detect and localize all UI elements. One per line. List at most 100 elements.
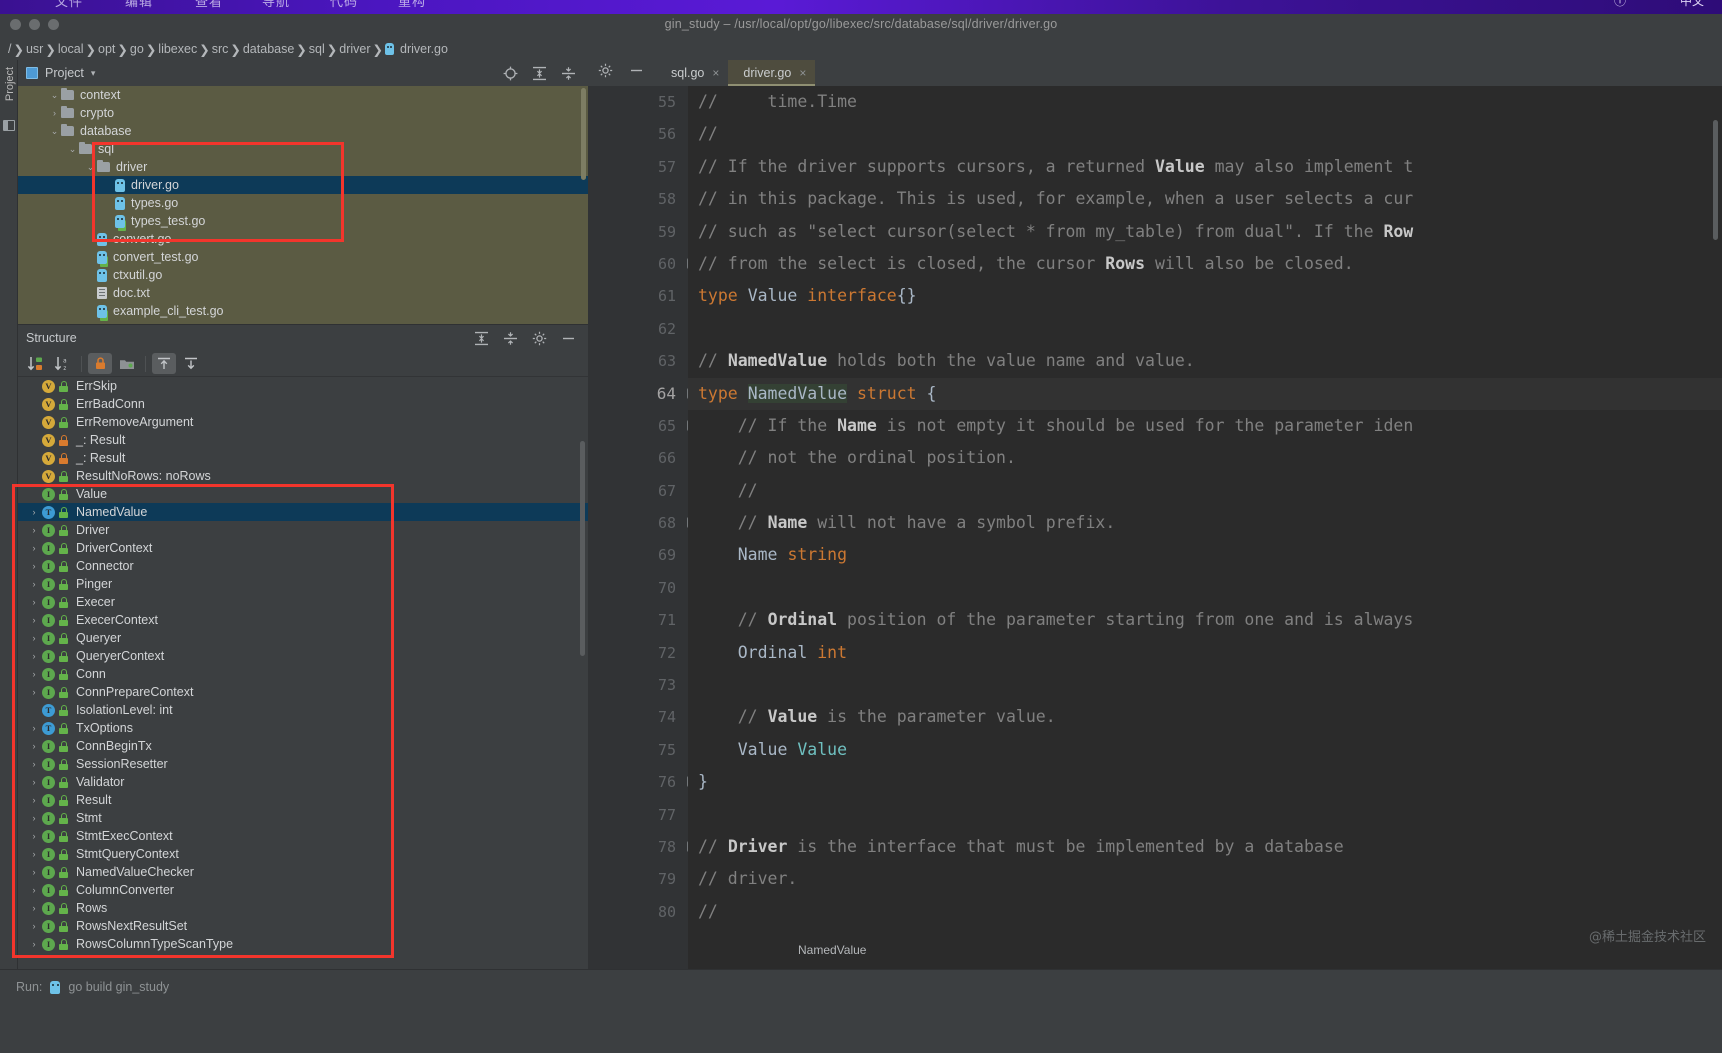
structure-list-item[interactable]: V ErrSkip — [18, 377, 588, 395]
code-line[interactable]: Value Value — [688, 734, 1722, 766]
line-number[interactable]: 73 — [588, 669, 688, 701]
structure-list-item[interactable]: › I StmtQueryContext — [18, 845, 588, 863]
project-tree-row[interactable]: › crypto — [18, 104, 588, 122]
expand-all-button[interactable] — [152, 353, 176, 374]
settings-gear-icon[interactable] — [598, 63, 613, 83]
line-number[interactable]: 60 — [588, 248, 698, 280]
breadcrumb-root[interactable]: / — [6, 42, 13, 56]
line-number[interactable]: 56 — [588, 118, 688, 150]
code-line[interactable]: // time.Time — [688, 86, 1722, 118]
chevron-right-icon[interactable]: › — [26, 651, 42, 661]
structure-list-item[interactable]: V ErrBadConn — [18, 395, 588, 413]
structure-list-item[interactable]: › I Execer — [18, 593, 588, 611]
code-line[interactable]: Ordinal int — [688, 637, 1722, 669]
breadcrumb-item-src[interactable]: src — [210, 42, 231, 56]
hide-panel-icon[interactable] — [561, 331, 576, 346]
group-by-folder-button[interactable] — [115, 353, 139, 374]
line-number[interactable]: 79 — [588, 863, 688, 895]
chevron-right-icon[interactable]: › — [26, 831, 42, 841]
breadcrumb-item-libexec[interactable]: libexec — [156, 42, 199, 56]
line-number[interactable]: 59 — [588, 216, 688, 248]
os-menu-item[interactable]: 查看 — [195, 0, 223, 10]
breadcrumb-item-database[interactable]: database — [241, 42, 296, 56]
structure-list-item[interactable]: › I Driver — [18, 521, 588, 539]
chevron-right-icon[interactable]: › — [26, 759, 42, 769]
structure-list-item[interactable]: V ResultNoRows: noRows — [18, 467, 588, 485]
line-number[interactable]: 68 — [588, 507, 698, 539]
structure-list-item[interactable]: › I NamedValueChecker — [18, 863, 588, 881]
chevron-icon[interactable]: ⌄ — [66, 144, 79, 155]
project-tree-row[interactable]: example_cli_test.go — [18, 302, 588, 320]
collapse-all-icon[interactable] — [503, 331, 518, 346]
structure-list-item[interactable]: › I Result — [18, 791, 588, 809]
code-content[interactable]: // time.Time//// If the driver supports … — [688, 86, 1722, 969]
chevron-right-icon[interactable]: › — [26, 687, 42, 697]
locate-file-icon[interactable] — [503, 66, 518, 81]
chevron-right-icon[interactable]: › — [26, 867, 42, 877]
code-line[interactable]: // not the ordinal position. — [688, 442, 1722, 474]
sort-by-visibility-button[interactable] — [24, 353, 48, 374]
code-line[interactable]: // — [688, 118, 1722, 150]
structure-list-item[interactable]: › I ConnBeginTx — [18, 737, 588, 755]
line-number[interactable]: 62 — [588, 313, 688, 345]
chevron-right-icon[interactable]: › — [26, 777, 42, 787]
os-menu-item[interactable]: 代码 — [330, 0, 358, 10]
close-icon[interactable]: × — [712, 66, 719, 80]
os-input-method[interactable]: 中文 — [1680, 0, 1704, 9]
line-number[interactable]: 66 — [588, 442, 688, 474]
chevron-down-icon[interactable]: ▾ — [91, 68, 96, 79]
line-number[interactable]: 67 — [588, 475, 688, 507]
chevron-right-icon[interactable]: › — [26, 903, 42, 913]
code-line[interactable] — [688, 313, 1722, 345]
breadcrumb-item-file[interactable]: driver.go — [383, 42, 450, 56]
line-number[interactable]: 64 — [588, 378, 698, 410]
line-number[interactable]: 63 — [588, 345, 688, 377]
code-line[interactable]: type NamedValue struct { — [688, 377, 1722, 410]
structure-list-item[interactable]: › T NamedValue — [18, 503, 588, 521]
structure-list-item[interactable]: T IsolationLevel: int — [18, 701, 588, 719]
line-number[interactable]: 61 — [588, 280, 688, 312]
chevron-right-icon[interactable]: › — [26, 615, 42, 625]
chevron-right-icon[interactable]: › — [26, 921, 42, 931]
structure-list-item[interactable]: › I Conn — [18, 665, 588, 683]
run-tool-window-button[interactable]: Run: go build gin_study — [16, 980, 169, 994]
chevron-right-icon[interactable]: › — [26, 741, 42, 751]
line-number[interactable]: 74 — [588, 701, 688, 733]
collapse-all-icon[interactable] — [561, 66, 576, 81]
breadcrumb-item-sql[interactable]: sql — [307, 42, 327, 56]
line-number[interactable]: 78 — [588, 831, 698, 863]
chevron-right-icon[interactable]: › — [26, 813, 42, 823]
code-line[interactable]: // If the driver supports cursors, a ret… — [688, 151, 1722, 183]
breadcrumb-item-local[interactable]: local — [56, 42, 86, 56]
structure-list-item[interactable]: › T TxOptions — [18, 719, 588, 737]
editor-tab-driver-go[interactable]: driver.go × — [728, 60, 816, 86]
editor-gutter[interactable]: 55 56 57 58 59 60 61 62 63 64 65 66 67 68 69 70 71 72 73 74… — [588, 86, 698, 969]
chevron-icon[interactable]: ⌄ — [48, 126, 61, 137]
project-tree-row[interactable]: ⌄ context — [18, 86, 588, 104]
chevron-right-icon[interactable]: › — [26, 669, 42, 679]
structure-list-item[interactable]: › I RowsColumnTypeScanType — [18, 935, 588, 953]
project-tree-row[interactable]: convert_test.go — [18, 248, 588, 266]
os-menubar[interactable]: 文件 编辑 查看 导航 代码 重构 ⓘ 中文 — [0, 0, 1722, 14]
expand-all-icon[interactable] — [474, 331, 489, 346]
editor-tab-sql-go[interactable]: sql.go × — [656, 60, 728, 86]
project-tree-row[interactable]: types.go — [18, 194, 588, 212]
code-line[interactable]: // from the select is closed, the cursor… — [688, 248, 1722, 280]
line-number[interactable]: 71 — [588, 604, 688, 636]
show-non-public-button[interactable] — [88, 353, 112, 374]
editor-tab-bar[interactable]: sql.go × driver.go × — [588, 60, 1722, 86]
project-tree-row[interactable]: ⌄ database — [18, 122, 588, 140]
chevron-icon[interactable]: ⌄ — [84, 162, 97, 173]
tool-window-button-project[interactable]: Project — [4, 58, 16, 110]
project-tree[interactable]: ⌄ context › crypto ⌄ database ⌄ sql ⌄ driver drive… — [18, 86, 588, 324]
code-line[interactable] — [688, 799, 1722, 831]
chevron-right-icon[interactable]: › — [26, 885, 42, 895]
code-line[interactable]: // such as "select cursor(select * from … — [688, 216, 1722, 248]
structure-list-item[interactable]: › I Validator — [18, 773, 588, 791]
project-tree-row[interactable]: ⌄ driver — [18, 158, 588, 176]
chevron-right-icon[interactable]: › — [26, 723, 42, 733]
editor-scrollbar[interactable] — [1713, 120, 1718, 240]
structure-list-item[interactable]: › I StmtExecContext — [18, 827, 588, 845]
expand-all-icon[interactable] — [532, 66, 547, 81]
structure-list[interactable]: V ErrSkip V ErrBadConn V ErrRemoveArgument V _:… — [18, 377, 588, 970]
